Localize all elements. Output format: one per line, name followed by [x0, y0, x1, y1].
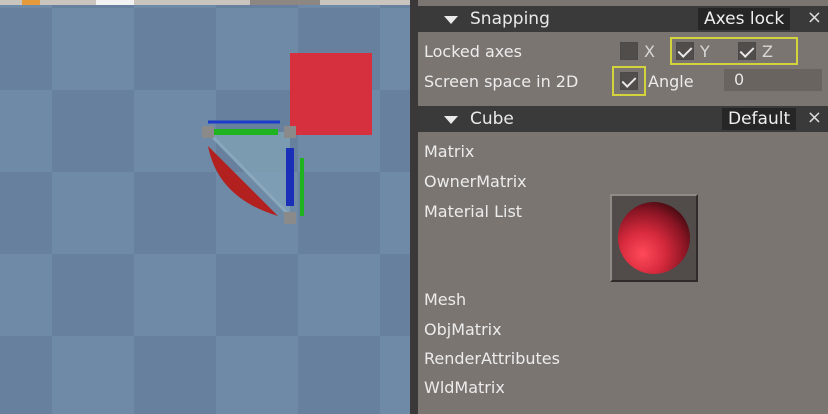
collapse-triangle-icon[interactable]	[444, 16, 458, 24]
close-icon[interactable]: ×	[807, 7, 822, 28]
toolbar-tab-white[interactable]	[96, 0, 134, 5]
transform-gizmo[interactable]	[200, 118, 310, 228]
toolbar-tab-dark[interactable]	[250, 0, 320, 5]
property-wld-matrix[interactable]: WldMatrix	[424, 378, 505, 397]
axis-x-checkbox[interactable]	[620, 42, 638, 60]
gizmo-handle-bottom	[284, 212, 296, 224]
material-sphere-icon	[618, 202, 690, 274]
property-material-list[interactable]: Material List	[424, 202, 522, 221]
axis-y-label: Y	[700, 42, 710, 61]
property-owner-matrix[interactable]: OwnerMatrix	[424, 172, 527, 191]
viewport-toolbar-strip	[0, 0, 410, 5]
inspector-panel: Snapping Axes lock × Locked axes X Y Z S…	[418, 0, 828, 414]
cube-title: Cube	[470, 109, 514, 129]
property-render-attributes[interactable]: RenderAttributes	[424, 349, 560, 368]
toolbar-tab-orange[interactable]	[22, 0, 40, 5]
property-mesh[interactable]: Mesh	[424, 290, 466, 309]
axis-z-checkbox[interactable]	[738, 42, 756, 60]
cube-header[interactable]: Cube Default ×	[418, 106, 828, 132]
snapping-title: Snapping	[470, 9, 550, 29]
cube-mode-button[interactable]: Default	[722, 108, 797, 130]
scene-viewport[interactable]	[0, 0, 410, 414]
axis-x-label: X	[644, 42, 655, 61]
gizmo-handle-corner	[284, 126, 296, 138]
screen-space-label: Screen space in 2D	[424, 72, 579, 91]
axis-z-label: Z	[762, 42, 773, 61]
panel-divider[interactable]	[410, 0, 418, 414]
check-icon	[677, 43, 693, 58]
material-preview[interactable]	[610, 194, 698, 282]
collapse-triangle-icon[interactable]	[444, 116, 458, 124]
property-obj-matrix[interactable]: ObjMatrix	[424, 320, 502, 339]
close-icon[interactable]: ×	[807, 107, 822, 128]
axis-y-checkbox[interactable]	[676, 42, 694, 60]
angle-input[interactable]: 0	[724, 69, 822, 91]
check-icon	[739, 43, 755, 58]
screen-space-checkbox[interactable]	[620, 72, 638, 90]
snapping-header[interactable]: Snapping Axes lock ×	[418, 6, 828, 32]
check-icon	[621, 73, 637, 88]
locked-axes-label: Locked axes	[424, 42, 522, 61]
angle-label: Angle	[648, 72, 694, 91]
property-matrix[interactable]: Matrix	[424, 142, 474, 161]
gizmo-handle-origin	[202, 126, 214, 138]
snapping-mode-button[interactable]: Axes lock	[698, 8, 791, 30]
